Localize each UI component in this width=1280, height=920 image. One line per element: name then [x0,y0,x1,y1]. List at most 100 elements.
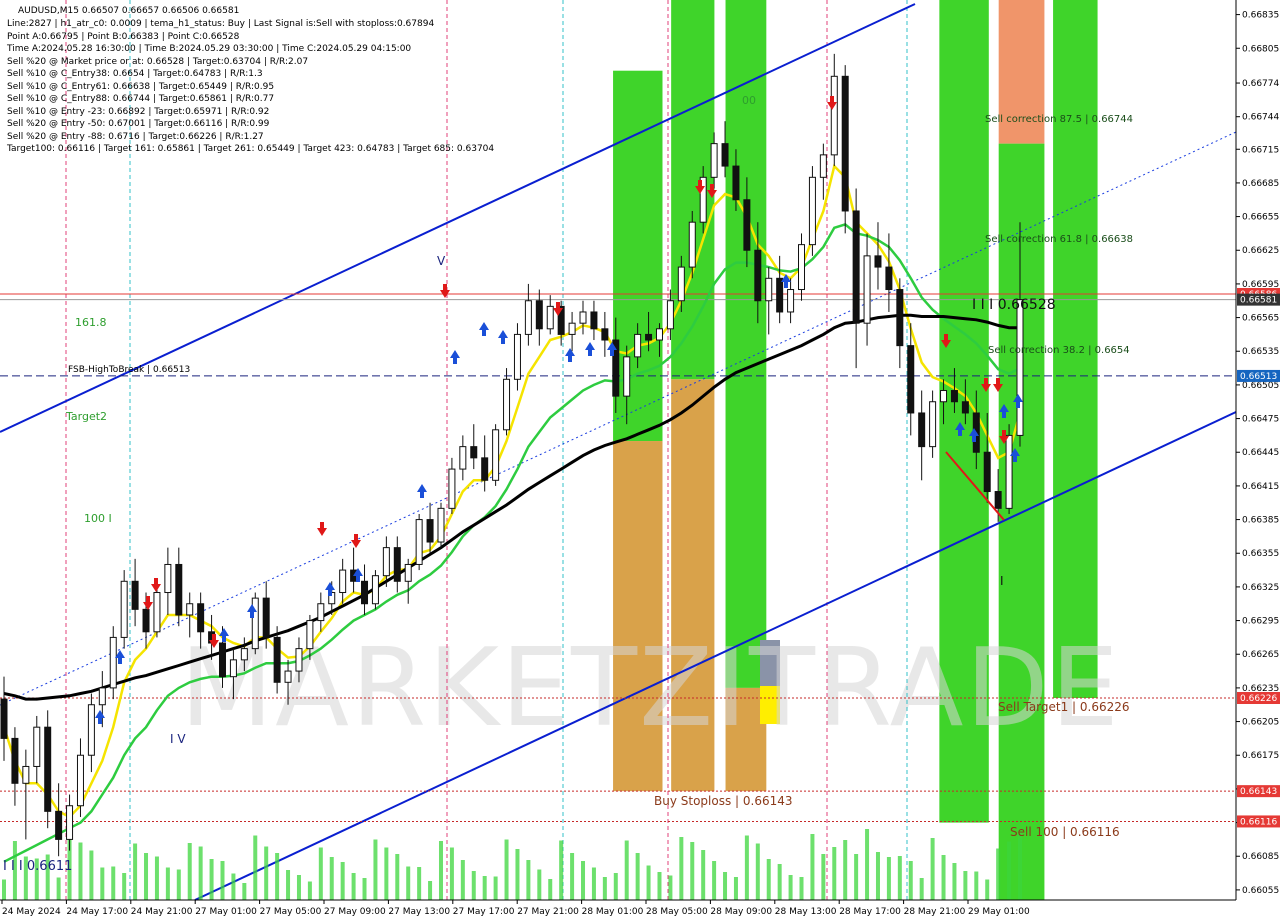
time-tick-6: 27 May 13:00 [388,907,450,917]
candle-body-80 [874,255,882,268]
time-tick-12: 28 May 13:00 [775,907,837,917]
volume-bar-41 [449,847,454,900]
price-tag-2: 0.66513 [1240,372,1277,382]
volume-bar-50 [548,879,553,900]
volume-bar-66 [723,872,728,900]
candle-body-0 [0,698,8,739]
correction-61-label: Sell correction 61.8 | 0.66638 [985,234,1133,245]
volume-bar-73 [799,877,804,900]
candle-body-52 [568,322,576,335]
volume-bar-34 [373,839,378,900]
candle-body-9 [98,687,106,706]
price-tick-16: 0.66355 [1242,549,1279,559]
price-tick-11: 0.66505 [1242,381,1279,391]
time-tick-7: 27 May 17:00 [453,907,515,917]
volume-bar-28 [307,881,312,900]
info-line-10: Sell %20 @ Entry -88: 0.6716 | Target:0.… [7,132,264,142]
fsb-label: FSB-HighToBreak | 0.66513 [68,365,190,375]
candle-body-36 [393,547,401,582]
volume-bar-25 [275,853,280,900]
time-tick-10: 28 May 05:00 [646,907,708,917]
candle-body-76 [830,75,838,156]
time-tick-15: 29 May 01:00 [968,907,1030,917]
candle-body-12 [131,580,139,610]
volume-bar-40 [438,841,443,900]
volume-bar-13 [144,853,149,900]
price-tick-1: 0.66805 [1242,44,1279,54]
candle-body-84 [918,412,926,448]
candle-body-5 [55,810,63,840]
candle-body-62 [677,266,685,302]
price-tick-2: 0.66774 [1242,79,1279,89]
volume-bar-90 [985,879,990,900]
candle-body-63 [688,221,696,268]
candle-body-23 [251,597,259,650]
candle-body-11 [120,580,128,638]
candle-body-7 [76,754,84,807]
candle-body-73 [798,244,806,291]
volume-bar-49 [537,869,542,900]
buy-stoploss-label: Buy Stoploss | 0.66143 [654,794,793,808]
price-tick-10: 0.66535 [1242,347,1279,357]
candle-body-61 [666,300,674,330]
candle-body-39 [426,519,434,543]
candle-body-40 [437,507,445,543]
time-tick-14: 28 May 21:00 [904,907,966,917]
candle-body-91 [994,491,1002,509]
volume-bar-58 [635,853,640,900]
volume-bar-9 [100,867,105,900]
candle-body-85 [929,401,937,448]
candle-body-15 [164,563,172,594]
candle-body-14 [153,592,161,633]
candle-body-50 [546,305,554,330]
candle-body-42 [459,446,467,470]
volume-bar-7 [78,842,83,900]
candle-body-59 [645,333,653,341]
zone-bottom-4 [998,143,1045,901]
price-tag-1: 0.66581 [1240,296,1277,306]
volume-bar-60 [657,872,662,900]
volume-bar-80 [875,852,880,900]
volume-bar-64 [701,850,706,900]
candle-body-31 [339,569,347,594]
volume-bar-86 [941,855,946,900]
volume-bar-11 [122,873,127,900]
candle-body-44 [481,457,489,481]
info-line-1: Line:2827 | h1_atr_c0: 0.0009 | tema_h1_… [7,19,434,29]
volume-bar-51 [559,840,564,900]
volume-bar-52 [570,853,575,900]
volume-bar-79 [865,829,870,900]
volume-bar-10 [111,866,116,900]
volume-bar-65 [712,861,717,900]
candle-body-18 [197,603,205,633]
candle-body-3 [33,726,41,767]
wave-v-label: V [437,254,446,268]
price-tick-22: 0.66175 [1242,751,1279,761]
volume-bar-39 [428,881,433,900]
volume-bar-18 [198,846,203,900]
volume-bar-21 [231,873,236,900]
volume-bar-15 [165,867,170,900]
volume-bar-59 [646,865,651,900]
candle-body-58 [634,333,642,358]
price-tick-26: 0.66055 [1242,886,1279,896]
info-line-3: Time A:2024.05.28 16:30:00 | Time B:2024… [6,44,411,54]
fib-100-label: 100 I [84,512,112,525]
candle-body-93 [1016,299,1024,436]
time-tick-4: 27 May 05:00 [260,907,322,917]
candle-body-29 [317,603,325,622]
time-tick-5: 27 May 09:00 [324,907,386,917]
volume-bar-75 [821,854,826,900]
volume-bar-76 [832,847,837,900]
candle-body-78 [852,210,860,324]
price-tick-25: 0.66085 [1242,852,1279,862]
wave-i-label: I [1000,574,1004,588]
volume-bar-35 [384,847,389,900]
price-tick-13: 0.66445 [1242,448,1279,458]
fib-161-label: 161.8 [75,316,107,329]
price-tag-3: 0.66226 [1240,694,1277,704]
candle-body-74 [808,176,816,246]
watermark: MARKETZITRADE [180,626,1119,751]
target2-label: Target2 [65,410,107,423]
volume-bar-29 [318,847,323,900]
